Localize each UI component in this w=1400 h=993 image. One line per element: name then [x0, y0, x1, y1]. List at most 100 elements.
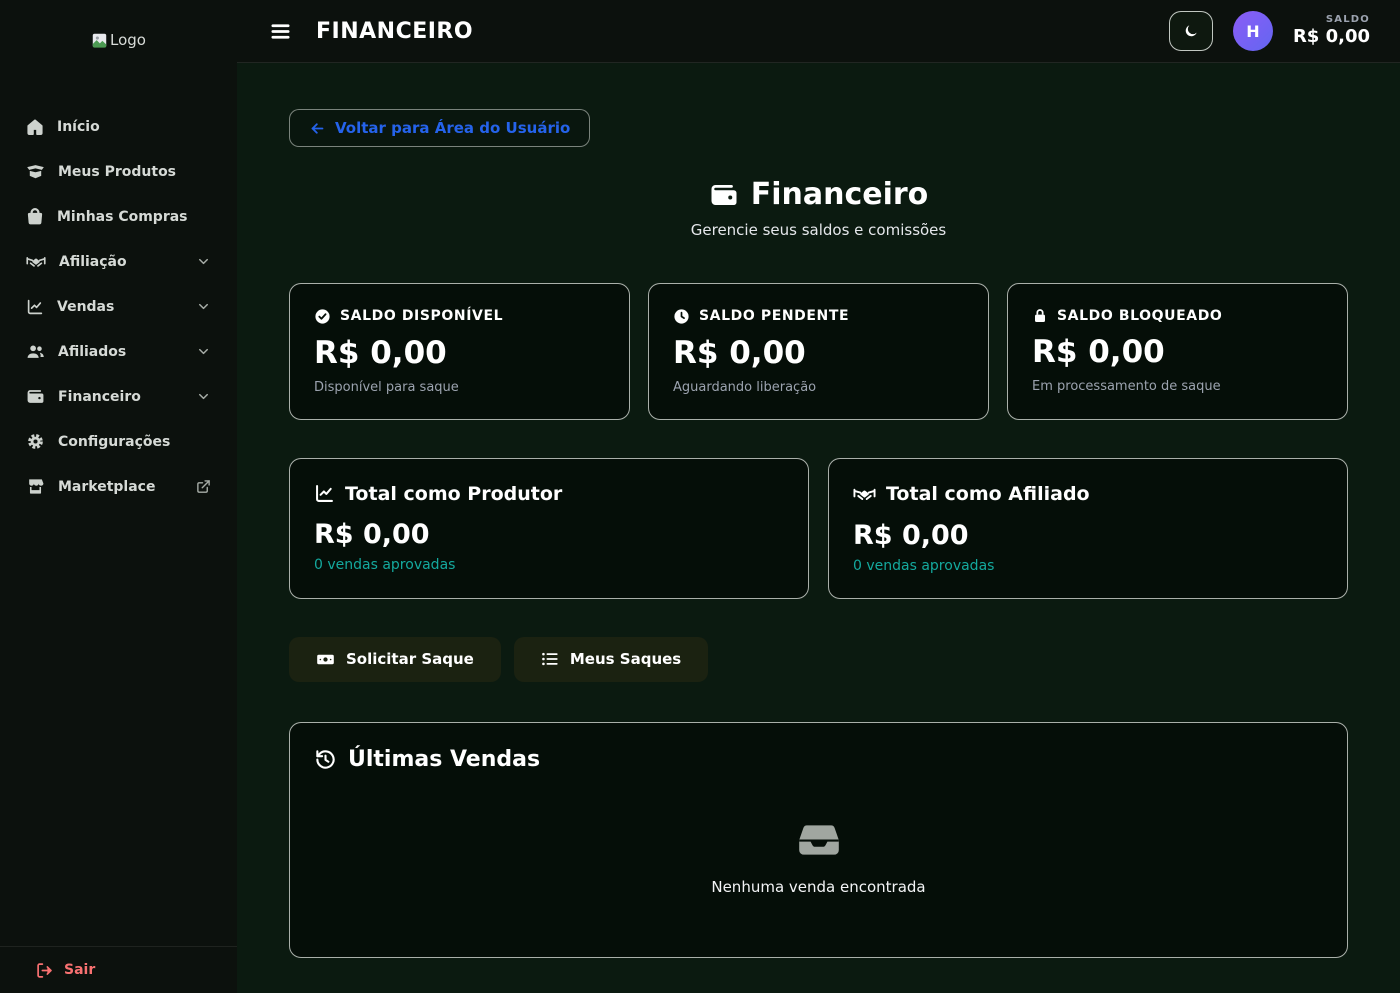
external-link-icon [196, 479, 211, 494]
logout-label: Sair [64, 962, 95, 978]
page-head: Financeiro Gerencie seus saldos e comiss… [289, 177, 1348, 239]
topbar: FINANCEIRO H SALDO R$ 0,00 [237, 0, 1400, 63]
card-value: R$ 0,00 [314, 519, 784, 550]
action-label: Meus Saques [570, 650, 681, 668]
meus-saques-button[interactable]: Meus Saques [514, 637, 708, 682]
sidebar-item-afiliados[interactable]: Afiliados [14, 329, 223, 374]
sidebar: Logo Início Meus Produtos Minhas Compras [0, 0, 237, 993]
sidebar-item-label: Meus Produtos [58, 164, 176, 180]
history-icon [314, 748, 337, 771]
action-label: Solicitar Saque [346, 650, 474, 668]
header-saldo: SALDO R$ 0,00 [1293, 14, 1370, 49]
users-icon [26, 342, 45, 361]
sidebar-item-inicio[interactable]: Início [14, 104, 223, 149]
empty-message: Nenhuma venda encontrada [711, 878, 925, 896]
avatar-initial: H [1246, 22, 1259, 41]
sales-empty-state: Nenhuma venda encontrada [314, 772, 1323, 924]
shopping-bag-icon [26, 208, 44, 226]
logout-icon [36, 962, 53, 979]
card-total-afiliado: Total como Afiliado R$ 0,00 0 vendas apr… [828, 458, 1348, 599]
chevron-down-icon [196, 344, 211, 359]
card-description: Disponível para saque [314, 380, 605, 395]
card-label: Total como Afiliado [886, 483, 1090, 505]
sidebar-nav: Início Meus Produtos Minhas Compras Afil… [0, 80, 237, 946]
total-cards-row: Total como Produtor R$ 0,00 0 vendas apr… [289, 458, 1348, 599]
sidebar-item-label: Afiliados [58, 344, 126, 360]
card-description: Aguardando liberação [673, 380, 964, 395]
content-column: FINANCEIRO H SALDO R$ 0,00 [237, 0, 1400, 993]
card-label: SALDO BLOQUEADO [1057, 308, 1222, 324]
card-label-row: SALDO DISPONÍVEL [314, 308, 605, 325]
logout-button[interactable]: Sair [0, 946, 237, 993]
sidebar-item-configuracoes[interactable]: Configurações [14, 419, 223, 464]
sidebar-item-financeiro[interactable]: Financeiro [14, 374, 223, 419]
box-open-icon [26, 162, 45, 181]
hamburger-menu-icon[interactable] [263, 14, 298, 49]
sidebar-item-label: Afiliação [59, 254, 127, 270]
sidebar-item-label: Marketplace [58, 479, 155, 495]
page-subtitle: Gerencie seus saldos e comissões [289, 221, 1348, 239]
handshake-icon [853, 483, 876, 506]
home-icon [26, 118, 44, 136]
solicitar-saque-button[interactable]: Solicitar Saque [289, 637, 501, 682]
chevron-down-icon [196, 389, 211, 404]
sales-section-title: Últimas Vendas [314, 747, 1323, 772]
handshake-icon [26, 252, 46, 272]
page-title-text: Financeiro [751, 177, 929, 212]
card-saldo-pendente: SALDO PENDENTE R$ 0,00 Aguardando libera… [648, 283, 989, 420]
card-value: R$ 0,00 [853, 520, 1323, 551]
saldo-label: SALDO [1293, 14, 1370, 27]
back-button-label: Voltar para Área do Usuário [335, 119, 570, 137]
sidebar-item-minhas-compras[interactable]: Minhas Compras [14, 194, 223, 239]
logo-text: Logo [110, 31, 146, 49]
card-label-row: Total como Produtor [314, 483, 784, 505]
chevron-down-icon [196, 299, 211, 314]
arrow-left-icon [309, 120, 326, 137]
wallet-icon [26, 387, 45, 406]
card-description: 0 vendas aprovadas [853, 558, 1323, 574]
app-root: Logo Início Meus Produtos Minhas Compras [0, 0, 1400, 993]
money-bill-icon [316, 650, 335, 669]
balance-cards-row: SALDO DISPONÍVEL R$ 0,00 Disponível para… [289, 283, 1348, 420]
broken-image-icon [91, 32, 108, 49]
card-total-produtor: Total como Produtor R$ 0,00 0 vendas apr… [289, 458, 809, 599]
card-label: SALDO DISPONÍVEL [340, 308, 503, 324]
card-label: Total como Produtor [345, 483, 562, 505]
inbox-icon [797, 818, 841, 862]
sales-title-text: Últimas Vendas [348, 747, 540, 772]
app-title: FINANCEIRO [316, 19, 473, 44]
sidebar-item-afiliacao[interactable]: Afiliação [14, 239, 223, 284]
sidebar-item-meus-produtos[interactable]: Meus Produtos [14, 149, 223, 194]
saldo-value: R$ 0,00 [1293, 26, 1370, 49]
lock-icon [1032, 308, 1048, 324]
avatar[interactable]: H [1233, 11, 1273, 51]
moon-icon [1183, 23, 1199, 39]
chevron-down-icon [196, 254, 211, 269]
topbar-right: H SALDO R$ 0,00 [1169, 11, 1370, 51]
sidebar-item-label: Vendas [57, 299, 114, 315]
card-label-row: SALDO BLOQUEADO [1032, 308, 1323, 324]
card-label: SALDO PENDENTE [699, 308, 849, 324]
sidebar-item-label: Minhas Compras [57, 209, 188, 225]
sidebar-item-vendas[interactable]: Vendas [14, 284, 223, 329]
card-description: 0 vendas aprovadas [314, 557, 784, 573]
logo[interactable]: Logo [0, 0, 237, 80]
card-value: R$ 0,00 [1032, 334, 1323, 370]
card-saldo-bloqueado: SALDO BLOQUEADO R$ 0,00 Em processamento… [1007, 283, 1348, 420]
card-description: Em processamento de saque [1032, 379, 1323, 394]
gear-icon [26, 432, 45, 451]
ultimas-vendas-card: Últimas Vendas Nenhuma venda encontrada [289, 722, 1348, 958]
sidebar-item-label: Financeiro [58, 389, 141, 405]
chart-line-icon [314, 483, 335, 504]
sidebar-item-label: Início [57, 119, 100, 135]
theme-toggle-button[interactable] [1169, 11, 1213, 51]
card-value: R$ 0,00 [673, 335, 964, 371]
list-icon [541, 650, 559, 668]
back-to-user-area-button[interactable]: Voltar para Área do Usuário [289, 109, 590, 147]
chart-line-icon [26, 298, 44, 316]
card-label-row: Total como Afiliado [853, 483, 1323, 506]
main-content: Voltar para Área do Usuário Financeiro G… [237, 63, 1400, 993]
sidebar-item-marketplace[interactable]: Marketplace [14, 464, 223, 509]
store-icon [26, 477, 45, 496]
wallet-icon [709, 180, 739, 210]
